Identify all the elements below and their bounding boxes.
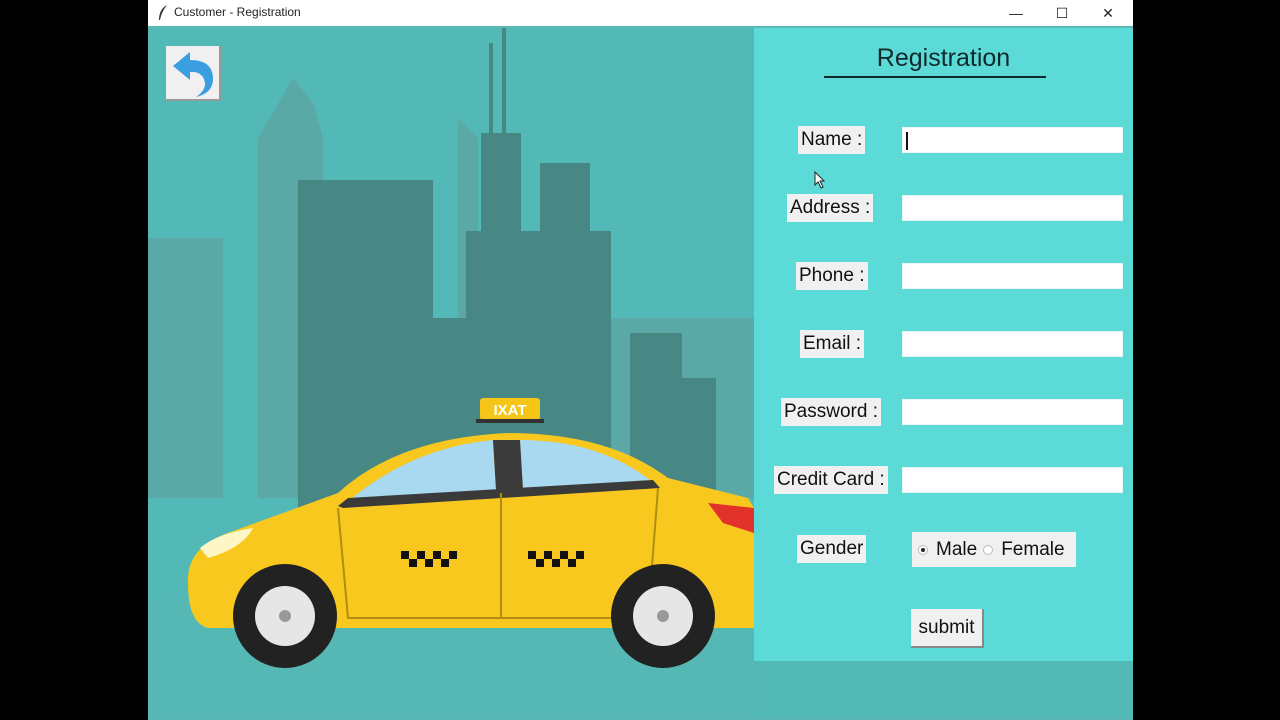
minimize-icon: — — [1009, 5, 1023, 21]
window-title: Customer - Registration — [174, 5, 301, 19]
gender-label: Gender — [797, 535, 867, 563]
submit-button[interactable]: submit — [911, 609, 984, 648]
email-input[interactable] — [903, 332, 1122, 356]
front-wheel — [233, 564, 337, 668]
address-label: Address : — [787, 194, 874, 222]
title-bar: Customer - Registration — ☐ ✕ — [148, 0, 1133, 26]
close-icon: ✕ — [1102, 4, 1114, 21]
credit-card-label: Credit Card : — [774, 466, 888, 494]
female-label: Female — [1001, 538, 1065, 560]
close-button[interactable]: ✕ — [1085, 0, 1131, 26]
text-caret — [906, 132, 908, 150]
male-label: Male — [936, 538, 978, 560]
maximize-button[interactable]: ☐ — [1039, 0, 1085, 26]
main-area: IXAT Registration Name : Address : Phone… — [148, 28, 1133, 718]
gender-male-option[interactable]: Male — [918, 539, 977, 561]
phone-label: Phone : — [796, 262, 868, 290]
back-button[interactable] — [166, 46, 221, 101]
app-window: Customer - Registration — ☐ ✕ IXAT Regis… — [148, 0, 1133, 720]
taxi-sign-text: IXAT — [493, 402, 526, 419]
title-underline — [824, 76, 1046, 78]
email-label: Email : — [800, 330, 865, 358]
password-label: Password : — [781, 398, 881, 426]
name-field[interactable] — [902, 127, 1123, 153]
feather-icon — [159, 5, 167, 20]
form-title: Registration — [876, 44, 1011, 72]
credit-card-field[interactable] — [902, 467, 1123, 493]
gender-female-option[interactable]: Female — [983, 538, 1065, 561]
address-field[interactable] — [902, 195, 1123, 221]
mouse-pointer-icon — [814, 171, 826, 189]
minimize-button[interactable]: — — [993, 0, 1039, 26]
rear-wheel — [611, 564, 715, 668]
phone-field[interactable] — [902, 263, 1123, 289]
gender-radio-group: Male Female — [912, 532, 1076, 567]
password-input[interactable] — [903, 400, 1122, 424]
undo-arrow-icon — [172, 51, 213, 97]
registration-form: Registration Name : Address : Phone : Em… — [754, 28, 1133, 661]
address-input[interactable] — [903, 196, 1122, 220]
male-radio[interactable] — [918, 544, 928, 555]
maximize-icon: ☐ — [1055, 4, 1069, 21]
name-label: Name : — [798, 126, 866, 154]
phone-input[interactable] — [903, 264, 1122, 288]
email-field[interactable] — [902, 331, 1123, 357]
password-field[interactable] — [902, 399, 1123, 425]
credit-card-input[interactable] — [903, 468, 1122, 492]
city-taxi-illustration: IXAT — [148, 28, 754, 718]
name-input[interactable] — [903, 128, 1122, 152]
female-radio[interactable] — [983, 544, 994, 555]
